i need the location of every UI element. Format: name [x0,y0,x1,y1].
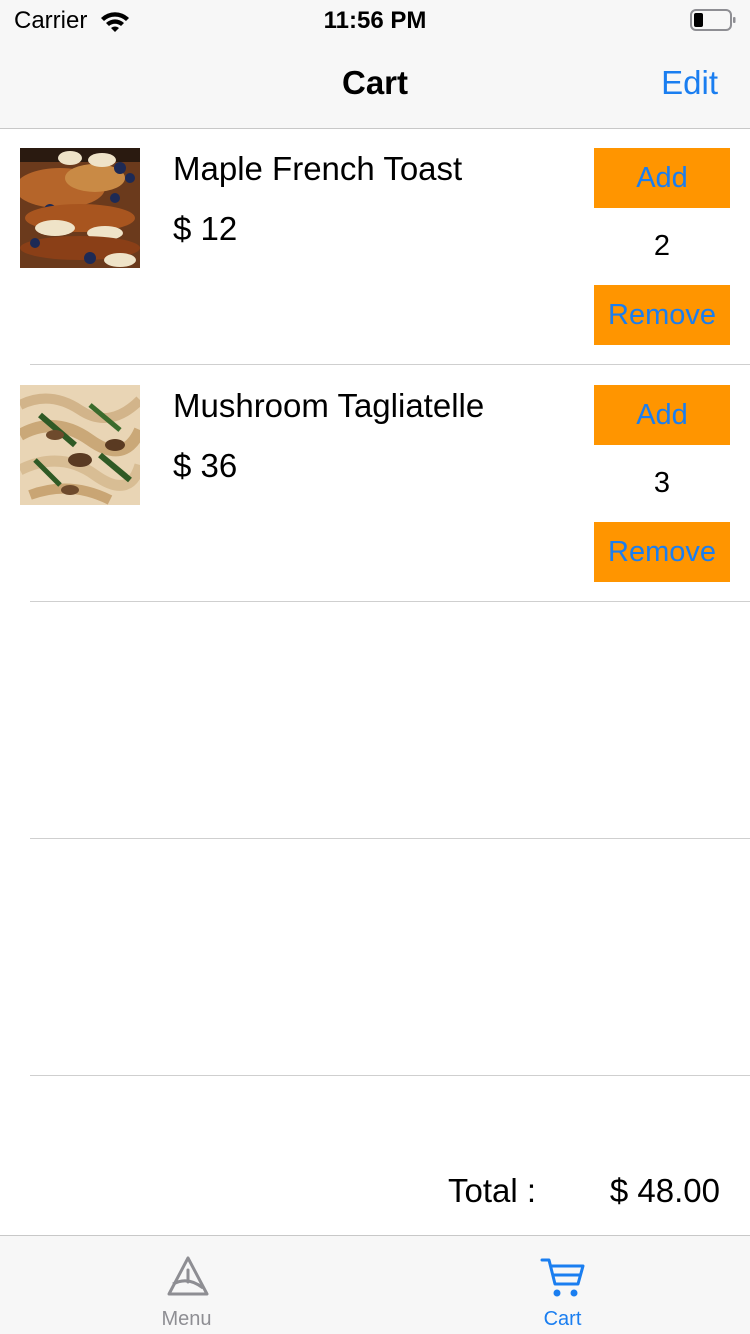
tab-bar: Menu Cart [0,1235,750,1334]
tab-menu[interactable]: Menu [0,1236,375,1334]
remove-button[interactable]: Remove [594,522,730,582]
remove-button[interactable]: Remove [594,285,730,345]
tab-cart[interactable]: Cart [375,1236,750,1334]
item-name: Mushroom Tagliatelle [173,387,485,424]
french-toast-photo [20,148,140,268]
cart-row: Mushroom Tagliatelle $ 36 Add 3 Remove [0,365,750,602]
row-divider [30,1075,750,1076]
item-quantity: 2 [653,230,671,262]
item-price: $ 36 [173,447,238,484]
add-button[interactable]: Add [594,148,730,208]
navigation-bar: Cart Edit [0,42,750,129]
battery-icon [690,9,736,31]
empty-row [0,602,750,839]
cart-icon [540,1258,584,1297]
status-time: 11:56 PM [323,7,427,34]
item-quantity: 3 [653,467,671,499]
item-name: Maple French Toast [173,150,463,187]
screen: Carrier 11:56 PM Cart Edit Maple French … [0,0,750,1334]
empty-row [0,839,750,1076]
total-label: Total : [448,1172,537,1209]
item-price: $ 12 [173,210,238,247]
page-title: Cart [341,64,409,101]
total-value: $ 48.00 [609,1172,720,1209]
add-button[interactable]: Add [594,385,730,445]
edit-button[interactable]: Edit [661,64,718,102]
tagliatelle-photo [20,385,140,505]
tab-cart-label: Cart [543,1308,582,1330]
menu-icon [167,1256,208,1296]
tab-menu-label: Menu [161,1308,212,1330]
cart-row: Maple French Toast $ 12 Add 2 Remove [0,128,750,365]
status-bar: Carrier 11:56 PM [0,0,750,42]
